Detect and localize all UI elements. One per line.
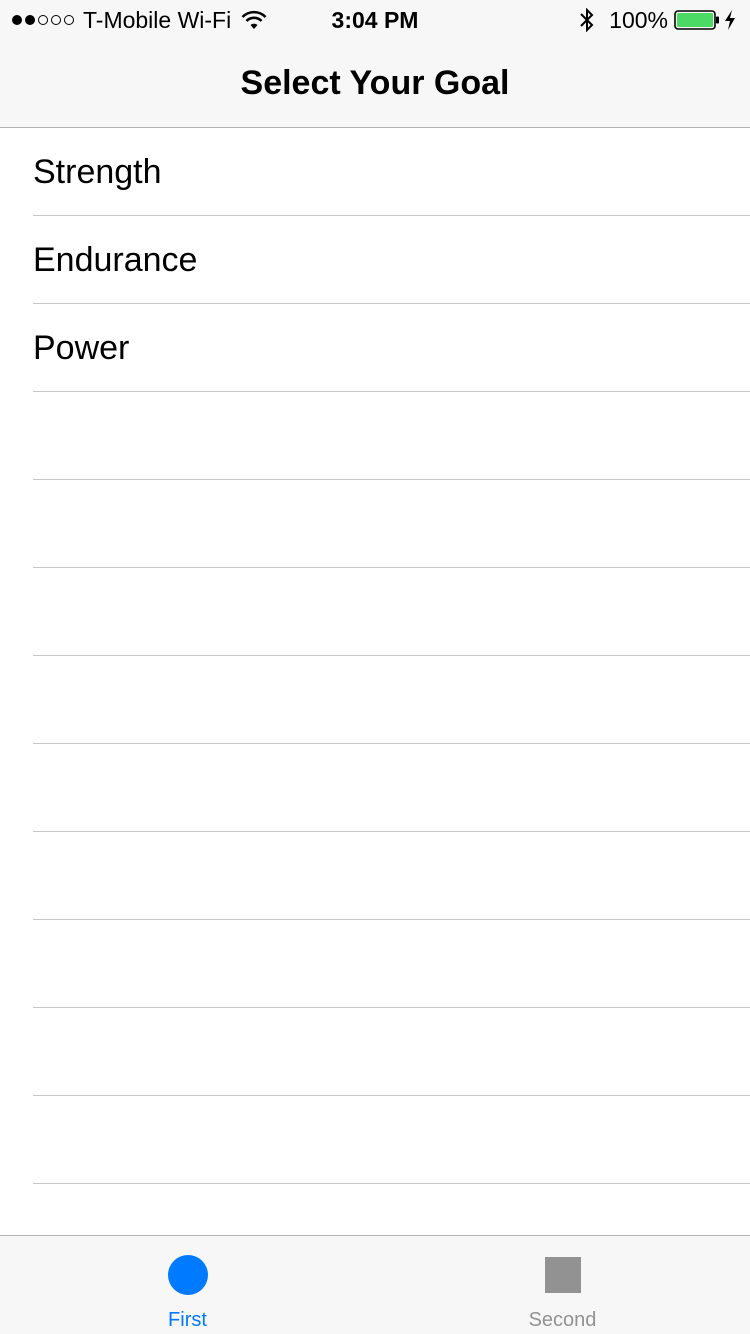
goal-list[interactable]: Strength Endurance Power: [0, 128, 750, 1235]
empty-list-row: [0, 656, 750, 744]
tab-bar: First Second: [0, 1235, 750, 1334]
empty-list-row: [0, 832, 750, 920]
tab-label: Second: [528, 1309, 597, 1331]
empty-list-row: [0, 1008, 750, 1096]
list-item-label: [33, 832, 750, 920]
list-item-label: [33, 920, 750, 1008]
list-item-label: [33, 744, 750, 832]
square-icon: [544, 1257, 581, 1293]
empty-list-row: [0, 744, 750, 832]
empty-list-row: [0, 1096, 750, 1184]
bluetooth-icon: [580, 8, 594, 32]
list-item[interactable]: Power: [0, 304, 750, 392]
page-title: Select Your Goal: [240, 64, 510, 102]
list-item-label: Endurance: [33, 216, 750, 304]
tab-label: First: [168, 1309, 207, 1331]
list-item-label: [33, 1184, 750, 1235]
empty-list-row: [0, 568, 750, 656]
empty-list-row: [0, 392, 750, 480]
tab-second[interactable]: Second: [375, 1236, 750, 1334]
charging-bolt-icon: [725, 10, 735, 30]
list-item[interactable]: Endurance: [0, 216, 750, 304]
empty-list-row: [0, 1184, 750, 1235]
navigation-bar: Select Your Goal: [0, 40, 750, 128]
list-item-label: [33, 1096, 750, 1184]
tab-first[interactable]: First: [0, 1236, 375, 1334]
empty-list-row: [0, 480, 750, 568]
list-item-label: [33, 1008, 750, 1096]
battery-icon: [674, 10, 719, 30]
list-item-label: [33, 392, 750, 480]
list-item-label: [33, 480, 750, 568]
tab-icon-container: [375, 1255, 750, 1295]
list-item-label: [33, 656, 750, 744]
list-item-label: Power: [33, 304, 750, 392]
circle-icon: [167, 1255, 208, 1295]
list-item-label: [33, 568, 750, 656]
status-right: 100%: [579, 6, 736, 34]
list-item[interactable]: Strength: [0, 128, 750, 216]
tab-icon-container: [0, 1255, 375, 1295]
status-bar: T-Mobile Wi-Fi 3:04 PM 100%: [0, 0, 750, 40]
empty-list-row: [0, 920, 750, 1008]
list-item-label: Strength: [33, 128, 750, 216]
battery-percentage: 100%: [609, 6, 668, 33]
